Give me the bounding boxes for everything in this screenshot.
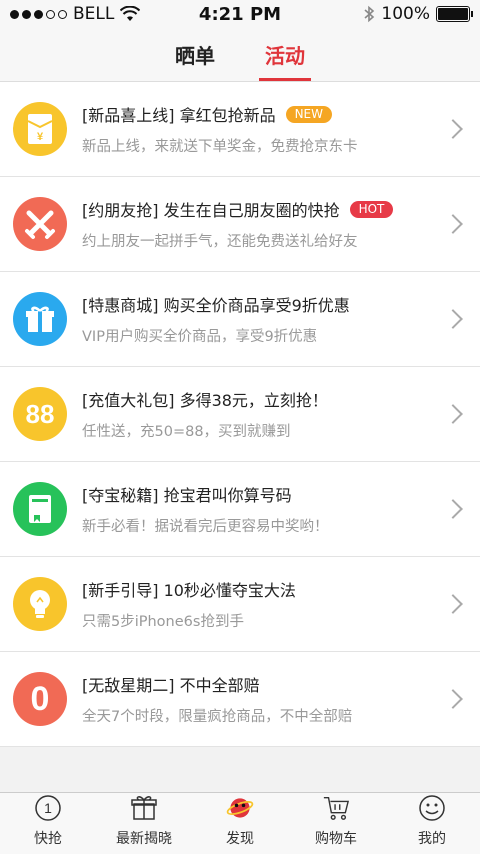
red-envelope-icon: ¥ (13, 102, 67, 156)
battery-icon (436, 6, 473, 22)
lightbulb-icon (13, 577, 67, 631)
carrier-label: BELL (73, 4, 115, 24)
svg-text:1: 1 (44, 800, 52, 816)
list-item-title: [无敌星期二] 不中全部赔 (82, 676, 260, 695)
battery-percent: 100% (381, 4, 430, 24)
nav-item-label: 发现 (226, 831, 254, 847)
nav-item[interactable]: 购物车 (288, 793, 384, 854)
list-item-text: [新手引导] 10秒必懂夺宝大法 只需5步iPhone6s抢到手 (82, 577, 480, 631)
top-tabs: 晒单 活动 (0, 28, 480, 82)
status-badge: HOT (349, 200, 394, 218)
status-bar: BELL 4:21 PM 100% (0, 0, 480, 28)
list-item[interactable]: ¥ [新品喜上线] 拿红包抢新品 NEW 新品上线，来就送下单奖金，免费抢京东卡 (0, 82, 480, 177)
list-item[interactable]: [夺宝秘籍] 抢宝君叫你算号码新手必看！据说看完后更容易中奖哟！ (0, 462, 480, 557)
nav-item-label: 最新揭晓 (116, 831, 172, 847)
number-88-icon: 88 (13, 387, 67, 441)
crossed-swords-icon (13, 197, 67, 251)
list-item-text: [特惠商城] 购买全价商品享受9折优惠 VIP用户购买全价商品，享受9折优惠 (82, 292, 480, 346)
number-0-icon: 0 (13, 672, 67, 726)
svg-text:¥: ¥ (37, 131, 44, 143)
book-icon (13, 482, 67, 536)
nav-item[interactable]: 我的 (384, 793, 480, 854)
list-item-subtitle: VIP用户购买全价商品，享受9折优惠 (82, 329, 318, 345)
wifi-icon (120, 6, 141, 21)
list-item-text: [充值大礼包] 多得38元，立刻抢！ 任性送，充50=88，买到就赚到 (82, 387, 480, 441)
cart-icon (322, 794, 350, 822)
list-item-subtitle: 任性送，充50=88，买到就赚到 (82, 424, 291, 440)
list-item[interactable]: [新手引导] 10秒必懂夺宝大法 只需5步iPhone6s抢到手 (0, 557, 480, 652)
nav-item[interactable]: 发现 (192, 793, 288, 854)
nav-item-label: 我的 (418, 831, 446, 847)
signal-icon (10, 9, 67, 19)
nav-item-label: 购物车 (315, 831, 357, 847)
list-item-text: [新品喜上线] 拿红包抢新品 NEW 新品上线，来就送下单奖金，免费抢京东卡 (82, 102, 480, 156)
list-item-text: [约朋友抢] 发生在自己朋友圈的快抢 HOT 约上朋友一起拼手气，还能免费送礼给好友 (82, 197, 480, 251)
status-badge: NEW (285, 105, 333, 123)
nav-item-label: 快抢 (34, 831, 62, 847)
tab-shaidan[interactable]: 晒单 (169, 28, 221, 81)
list-item-title-row: [无敌星期二] 不中全部赔 (82, 672, 480, 696)
tab-activity[interactable]: 活动 (259, 28, 311, 81)
number-1-circle-icon: 1 (34, 794, 62, 822)
planet-icon (226, 794, 254, 822)
list-item[interactable]: 88 [充值大礼包] 多得38元，立刻抢！ 任性送，充50=88，买到就赚到 (0, 367, 480, 462)
gift-icon (130, 794, 158, 822)
list-item-title: [新品喜上线] 拿红包抢新品 (82, 106, 276, 125)
list-item-title-row: [特惠商城] 购买全价商品享受9折优惠 (82, 292, 480, 316)
list-item-subtitle: 约上朋友一起拼手气，还能免费送礼给好友 (82, 234, 358, 250)
list-item-title-row: [约朋友抢] 发生在自己朋友圈的快抢 HOT (82, 197, 480, 221)
list-item[interactable]: [特惠商城] 购买全价商品享受9折优惠 VIP用户购买全价商品，享受9折优惠 (0, 272, 480, 367)
list-item-text: [夺宝秘籍] 抢宝君叫你算号码新手必看！据说看完后更容易中奖哟！ (82, 482, 480, 536)
bluetooth-icon (364, 5, 375, 23)
list-item-title: [约朋友抢] 发生在自己朋友圈的快抢 (82, 201, 340, 220)
nav-item[interactable]: 最新揭晓 (96, 793, 192, 854)
list-item-subtitle: 全天7个时段，限量疯抢商品，不中全部赔 (82, 709, 353, 725)
status-right: 100% (363, 4, 473, 24)
list-item[interactable]: [约朋友抢] 发生在自己朋友圈的快抢 HOT 约上朋友一起拼手气，还能免费送礼给好友 (0, 177, 480, 272)
list-item-title: [充值大礼包] 多得38元，立刻抢！ (82, 391, 328, 410)
list-item-subtitle: 新品上线，来就送下单奖金，免费抢京东卡 (82, 139, 358, 155)
activity-list: ¥ [新品喜上线] 拿红包抢新品 NEW 新品上线，来就送下单奖金，免费抢京东卡 [约朋… (0, 82, 480, 747)
list-item-title: [特惠商城] 购买全价商品享受9折优惠 (82, 296, 350, 315)
nav-item[interactable]: 1 快抢 (0, 793, 96, 854)
list-item-subtitle: 只需5步iPhone6s抢到手 (82, 614, 244, 630)
list-item-title-row: [充值大礼包] 多得38元，立刻抢！ (82, 387, 480, 411)
list-item-title: [新手引导] 10秒必懂夺宝大法 (82, 581, 296, 600)
list-item-subtitle: 新手必看！据说看完后更容易中奖哟！ (82, 519, 329, 535)
list-item-title-row: [夺宝秘籍] 抢宝君叫你算号码 (82, 482, 480, 506)
bottom-nav: 1 快抢 最新揭晓 发现 购物车 我的 (0, 792, 480, 854)
icon-text: 88 (25, 398, 55, 429)
list-item-text: [无敌星期二] 不中全部赔全天7个时段，限量疯抢商品，不中全部赔 (82, 672, 480, 726)
smiley-icon (418, 794, 446, 822)
list-item[interactable]: 0 [无敌星期二] 不中全部赔全天7个时段，限量疯抢商品，不中全部赔 (0, 652, 480, 747)
list-item-title: [夺宝秘籍] 抢宝君叫你算号码 (82, 486, 292, 505)
icon-text: 0 (30, 679, 50, 718)
list-item-title-row: [新手引导] 10秒必懂夺宝大法 (82, 577, 480, 601)
status-left: BELL (10, 4, 141, 24)
gift-box-icon (13, 292, 67, 346)
list-item-title-row: [新品喜上线] 拿红包抢新品 NEW (82, 102, 480, 126)
